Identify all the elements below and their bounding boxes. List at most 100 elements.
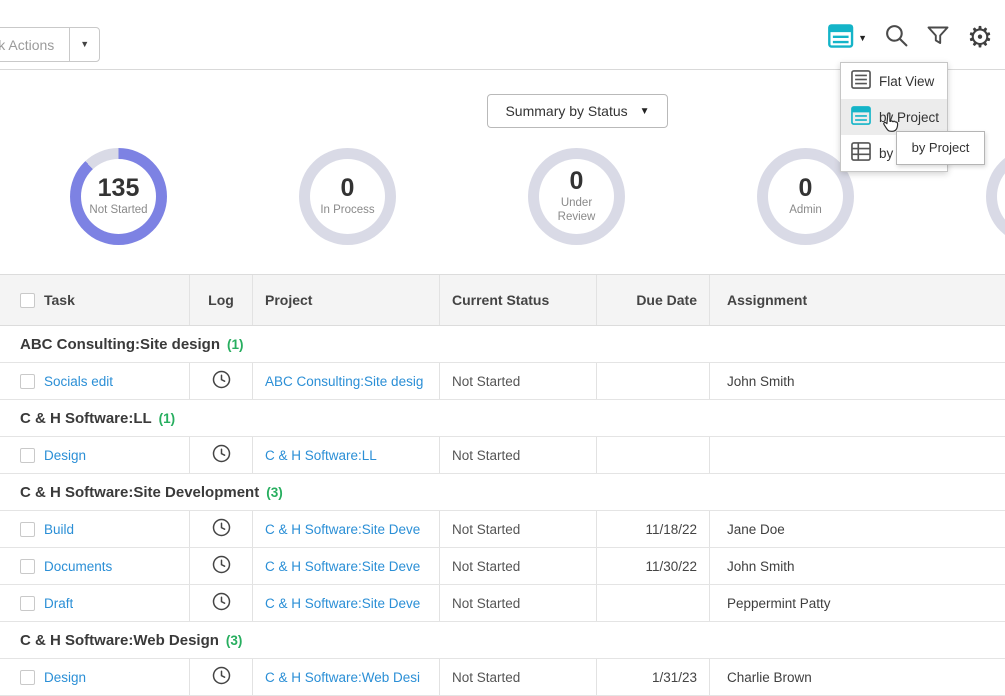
due-date-cell: 1/31/23 [597, 659, 710, 695]
donut-value: 135 [98, 176, 140, 201]
project-link[interactable]: C & H Software:Site Deve [265, 522, 420, 537]
column-header-label: Current Status [452, 292, 549, 308]
task-cell: Design [0, 437, 190, 473]
column-header-task: Task [0, 275, 190, 325]
donut-hole: 0 In Process [310, 159, 385, 234]
status-cell: Not Started [440, 363, 597, 399]
project-cell: C & H Software:Web Desi [253, 659, 440, 695]
assignment-cell: John Smith [710, 363, 1005, 399]
search-button[interactable] [884, 23, 909, 53]
task-checkbox[interactable] [20, 374, 35, 389]
view-menu-item-label: by Project [879, 110, 939, 125]
task-checkbox[interactable] [20, 559, 35, 574]
summary-dropdown-label: Summary by Status [505, 103, 627, 119]
task-checkbox[interactable] [20, 448, 35, 463]
assignment-cell: Charlie Brown [710, 659, 1005, 695]
task-cell: Socials edit [0, 363, 190, 399]
task-row: DesignC & H Software:Web DesiNot Started… [0, 659, 1005, 696]
project-link[interactable]: C & H Software:LL [265, 448, 377, 463]
task-cell: Draft [0, 585, 190, 621]
status-text: Not Started [452, 559, 520, 574]
filter-button[interactable] [926, 24, 950, 53]
project-link[interactable]: C & H Software:Site Deve [265, 559, 420, 574]
task-link[interactable]: Design [44, 448, 86, 463]
project-link[interactable]: C & H Software:Web Desi [265, 670, 420, 685]
due-date-text: 1/31/23 [652, 670, 697, 685]
group-task-count: (3) [266, 485, 283, 500]
due-date-cell [597, 363, 710, 399]
settings-button[interactable]: ⚙ [967, 25, 993, 51]
task-row: Socials edit ABC Consulting:Site desig Not… [0, 363, 1005, 400]
bulk-actions-label: Bulk Actions [0, 37, 69, 53]
time-log-clock-icon[interactable] [212, 370, 231, 392]
status-donut-not-started: 135 Not Started [70, 148, 167, 245]
assignment-cell: Peppermint Patty [710, 585, 1005, 621]
filter-icon [926, 24, 950, 53]
status-cell: Not Started [440, 511, 597, 547]
group-name: C & H Software:Web Design [20, 632, 219, 649]
summary-by-status-dropdown[interactable]: Summary by Status ▼ [487, 94, 668, 128]
assignment-text: Jane Doe [727, 522, 785, 537]
column-header-assignment: Assignment [710, 275, 1005, 325]
table-body: ABC Consulting:Site design(1)Socials edi… [0, 326, 1005, 696]
donut-label: In Process [320, 204, 374, 217]
log-cell [190, 585, 253, 621]
column-header-log: Log [190, 275, 253, 325]
assignment-text: Peppermint Patty [727, 596, 831, 611]
donut-label: Not Started [89, 204, 147, 217]
task-cell: Documents [0, 548, 190, 584]
view-switcher-button[interactable]: ▼ [828, 24, 867, 53]
column-header-label: Log [208, 292, 234, 308]
status-text: Not Started [452, 522, 520, 537]
column-header-label: Due Date [636, 292, 697, 308]
column-header-label: Project [265, 292, 312, 308]
status-text: Not Started [452, 596, 520, 611]
task-checkbox[interactable] [20, 596, 35, 611]
view-menu-item-label: Flat View [879, 74, 934, 89]
view-menu-tooltip: by Project [896, 131, 985, 165]
column-header-current-status: Current Status [440, 275, 597, 325]
log-cell [190, 548, 253, 584]
view-menu-item-by-project[interactable]: by Project [841, 99, 947, 135]
project-cell: C & H Software:Site Deve [253, 585, 440, 621]
select-all-checkbox[interactable] [20, 293, 35, 308]
donut-label: Admin [789, 204, 822, 217]
column-header-project: Project [253, 275, 440, 325]
chevron-down-icon: ▼ [640, 106, 650, 117]
group-task-count: (1) [159, 411, 176, 426]
table-header-row: Task Log Project Current Status Due Date Assi… [0, 274, 1005, 326]
status-text: Not Started [452, 448, 520, 463]
task-link[interactable]: Documents [44, 559, 112, 574]
log-cell [190, 659, 253, 695]
project-link[interactable]: C & H Software:Site Deve [265, 596, 420, 611]
task-row: Documents C & H Software:Site Deve Not Sta… [0, 548, 1005, 585]
column-header-label: Assignment [727, 292, 807, 308]
due-date-cell [597, 585, 710, 621]
task-link[interactable]: Build [44, 522, 74, 537]
task-checkbox[interactable] [20, 522, 35, 537]
donut-label: Under Review [544, 197, 610, 223]
task-link[interactable]: Draft [44, 596, 73, 611]
status-donut-in-process: 0 In Process [299, 148, 396, 245]
project-list-icon [851, 106, 871, 128]
group-name: C & H Software:LL [20, 410, 152, 427]
log-cell [190, 363, 253, 399]
task-link[interactable]: Socials edit [44, 374, 113, 389]
time-log-clock-icon[interactable] [212, 518, 231, 540]
donut-hole [997, 159, 1005, 234]
view-menu-item-flat-view[interactable]: Flat View [841, 63, 947, 99]
time-log-clock-icon[interactable] [212, 555, 231, 577]
log-cell [190, 437, 253, 473]
donut-value: 0 [341, 176, 355, 201]
task-link[interactable]: Design [44, 670, 86, 685]
status-donut-under-review: 0Under Review [528, 148, 625, 245]
time-log-clock-icon[interactable] [212, 444, 231, 466]
toolbar: Bulk Actions ▼ ▼ [0, 0, 1005, 70]
bulk-actions-button[interactable]: Bulk Actions ▼ [0, 27, 100, 62]
project-link[interactable]: ABC Consulting:Site desig [265, 374, 423, 389]
gear-icon: ⚙ [967, 25, 993, 51]
time-log-clock-icon[interactable] [212, 592, 231, 614]
bulk-actions-caret-icon[interactable]: ▼ [69, 28, 99, 61]
time-log-clock-icon[interactable] [212, 666, 231, 688]
task-checkbox[interactable] [20, 670, 35, 685]
